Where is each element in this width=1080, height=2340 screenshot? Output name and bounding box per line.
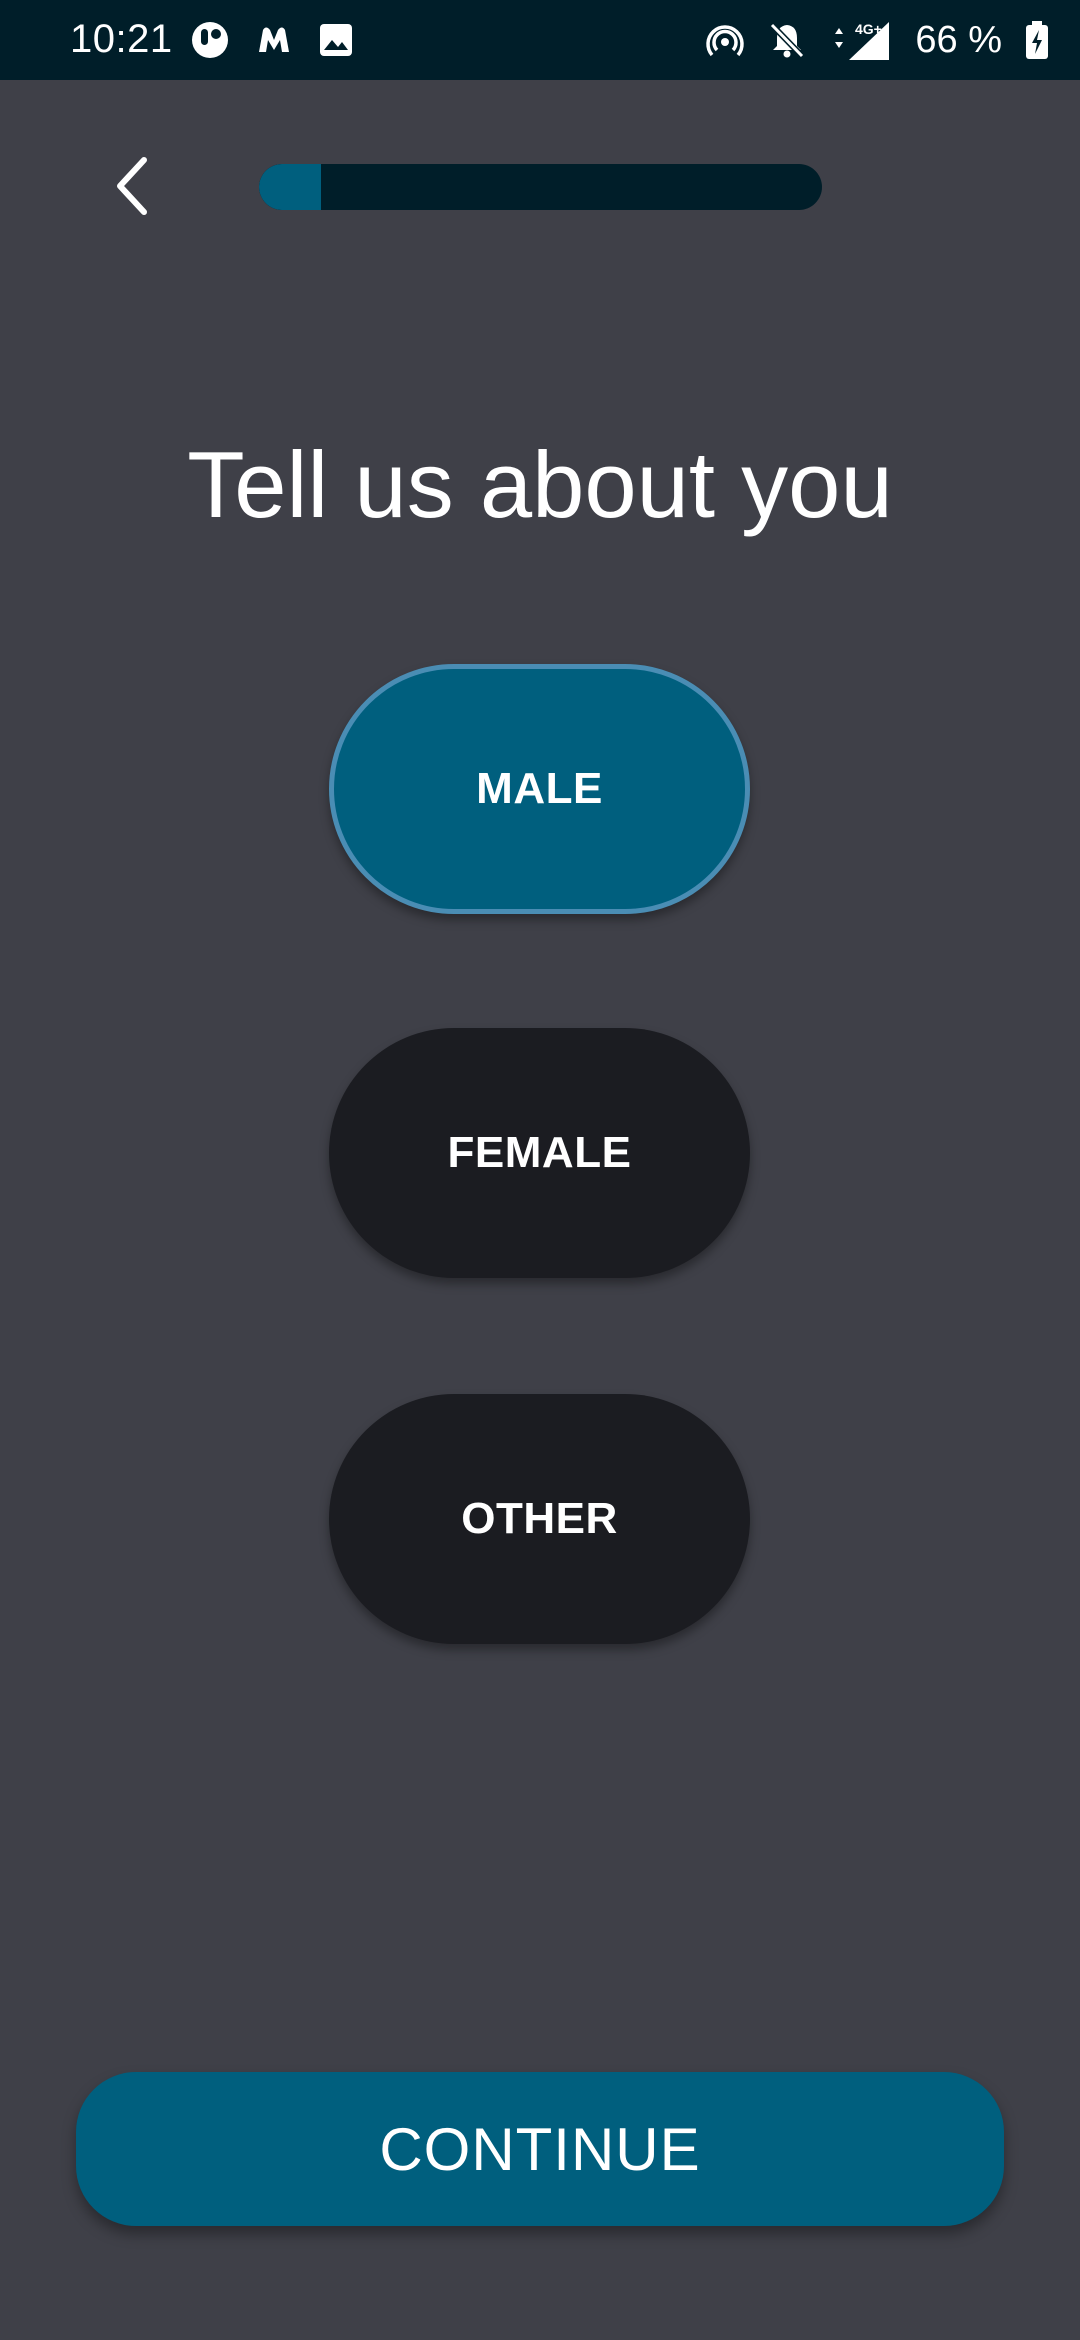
back-button[interactable]	[96, 146, 168, 226]
option-other-button[interactable]: OTHER	[329, 1394, 750, 1644]
hotspot-icon	[705, 20, 745, 60]
progress-fill	[259, 164, 321, 210]
page-title: Tell us about you	[187, 432, 893, 537]
chevron-left-icon	[117, 157, 147, 215]
status-right-icons: 4G+ 66 %	[705, 18, 1050, 62]
option-male-button[interactable]: MALE	[329, 664, 750, 914]
battery-percent: 66 %	[915, 19, 1002, 61]
option-female-button[interactable]: FEMALE	[329, 1028, 750, 1278]
malwarebytes-icon	[254, 20, 294, 60]
signal-4g-icon: 4G+	[829, 18, 893, 62]
bell-off-icon	[767, 20, 807, 60]
battery-charging-icon	[1024, 20, 1050, 60]
screen: 10:21 4G+ 66 % Tell us about you MALE FE…	[0, 0, 1080, 2340]
status-bar: 10:21 4G+ 66 %	[0, 0, 1080, 80]
network-type: 4G+	[855, 21, 882, 37]
status-left-icons	[190, 18, 354, 62]
image-icon	[318, 22, 354, 58]
continue-button[interactable]: CONTINUE	[76, 2072, 1004, 2226]
progress-bar	[259, 164, 822, 210]
app-notification-icon	[190, 20, 230, 60]
status-time: 10:21	[70, 17, 173, 61]
